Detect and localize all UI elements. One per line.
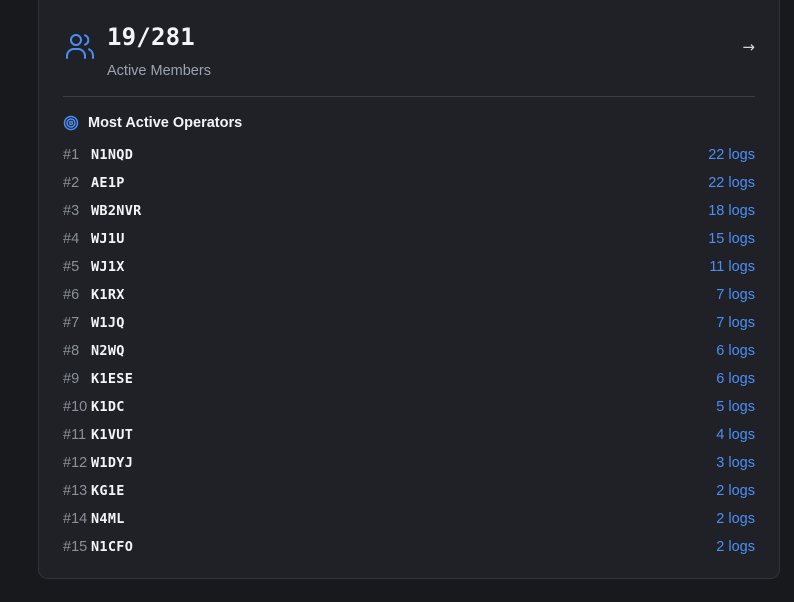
operator-row[interactable]: #12 W1DYJ 3 logs	[63, 449, 755, 477]
active-members-card: 19/281 Active Members → Most Active Oper…	[38, 0, 780, 579]
operator-row[interactable]: #11 K1VUT 4 logs	[63, 421, 755, 449]
operator-log-count[interactable]: 2 logs	[716, 511, 755, 527]
operator-callsign: N1NQD	[91, 147, 134, 163]
operator-log-count[interactable]: 22 logs	[708, 147, 755, 163]
operator-row[interactable]: #8 N2WQ 6 logs	[63, 337, 755, 365]
operator-log-count[interactable]: 22 logs	[708, 175, 755, 191]
operator-callsign: N1CFO	[91, 539, 134, 555]
active-members-count: 19/281	[107, 23, 195, 51]
operator-log-count[interactable]: 7 logs	[716, 315, 755, 331]
operator-log-count[interactable]: 2 logs	[716, 539, 755, 555]
operator-callsign: KG1E	[91, 483, 125, 499]
active-members-label: Active Members	[107, 63, 211, 79]
operator-row[interactable]: #1 N1NQD 22 logs	[63, 141, 755, 169]
operator-rank: #2	[63, 175, 80, 191]
operator-rank: #15	[63, 539, 88, 555]
operator-rank: #13	[63, 483, 88, 499]
operator-row[interactable]: #5 WJ1X 11 logs	[63, 253, 755, 281]
operator-callsign: W1DYJ	[91, 455, 134, 471]
operator-log-count[interactable]: 6 logs	[716, 371, 755, 387]
operator-row[interactable]: #7 W1JQ 7 logs	[63, 309, 755, 337]
operator-callsign: K1RX	[91, 287, 125, 303]
divider	[63, 96, 755, 97]
operator-callsign: N2WQ	[91, 343, 125, 359]
section-title: Most Active Operators	[88, 115, 243, 131]
operator-callsign: K1ESE	[91, 371, 134, 387]
operator-callsign: W1JQ	[91, 315, 125, 331]
operator-callsign: WJ1U	[91, 231, 125, 247]
card-header: 19/281 Active Members →	[63, 19, 755, 89]
operator-row[interactable]: #14 N4ML 2 logs	[63, 505, 755, 533]
operator-callsign: N4ML	[91, 511, 125, 527]
operator-log-count[interactable]: 7 logs	[716, 287, 755, 303]
operator-rank: #7	[63, 315, 80, 331]
operator-rank: #12	[63, 455, 88, 471]
operator-callsign: AE1P	[91, 175, 125, 191]
operator-log-count[interactable]: 5 logs	[716, 399, 755, 415]
operator-rank: #5	[63, 259, 80, 275]
operators-list: #1 N1NQD 22 logs #2 AE1P 22 logs #3 WB2NVR 18 …	[63, 141, 755, 561]
section-header: Most Active Operators	[63, 113, 242, 133]
operator-rank: #9	[63, 371, 80, 387]
operator-rank: #3	[63, 203, 80, 219]
operator-log-count[interactable]: 4 logs	[716, 427, 755, 443]
operator-callsign: WJ1X	[91, 259, 125, 275]
target-icon	[63, 115, 79, 131]
operator-callsign: K1VUT	[91, 427, 134, 443]
operator-rank: #4	[63, 231, 80, 247]
operator-rank: #10	[63, 399, 88, 415]
operator-row[interactable]: #15 N1CFO 2 logs	[63, 533, 755, 561]
operator-callsign: WB2NVR	[91, 203, 142, 219]
operator-row[interactable]: #9 K1ESE 6 logs	[63, 365, 755, 393]
operator-rank: #1	[63, 147, 80, 163]
operator-row[interactable]: #3 WB2NVR 18 logs	[63, 197, 755, 225]
users-icon	[66, 34, 94, 59]
operator-rank: #8	[63, 343, 80, 359]
operator-row[interactable]: #10 K1DC 5 logs	[63, 393, 755, 421]
arrow-right-icon[interactable]: →	[742, 37, 755, 57]
operator-rank: #14	[63, 511, 88, 527]
operator-log-count[interactable]: 2 logs	[716, 483, 755, 499]
operator-row[interactable]: #4 WJ1U 15 logs	[63, 225, 755, 253]
operator-log-count[interactable]: 6 logs	[716, 343, 755, 359]
operator-callsign: K1DC	[91, 399, 125, 415]
operator-rank: #11	[63, 427, 87, 443]
operator-log-count[interactable]: 15 logs	[708, 231, 755, 247]
operator-rank: #6	[63, 287, 80, 303]
operator-log-count[interactable]: 3 logs	[716, 455, 755, 471]
operator-log-count[interactable]: 18 logs	[708, 203, 755, 219]
operator-row[interactable]: #13 KG1E 2 logs	[63, 477, 755, 505]
operator-row[interactable]: #2 AE1P 22 logs	[63, 169, 755, 197]
operator-log-count[interactable]: 11 logs	[709, 259, 755, 275]
operator-row[interactable]: #6 K1RX 7 logs	[63, 281, 755, 309]
